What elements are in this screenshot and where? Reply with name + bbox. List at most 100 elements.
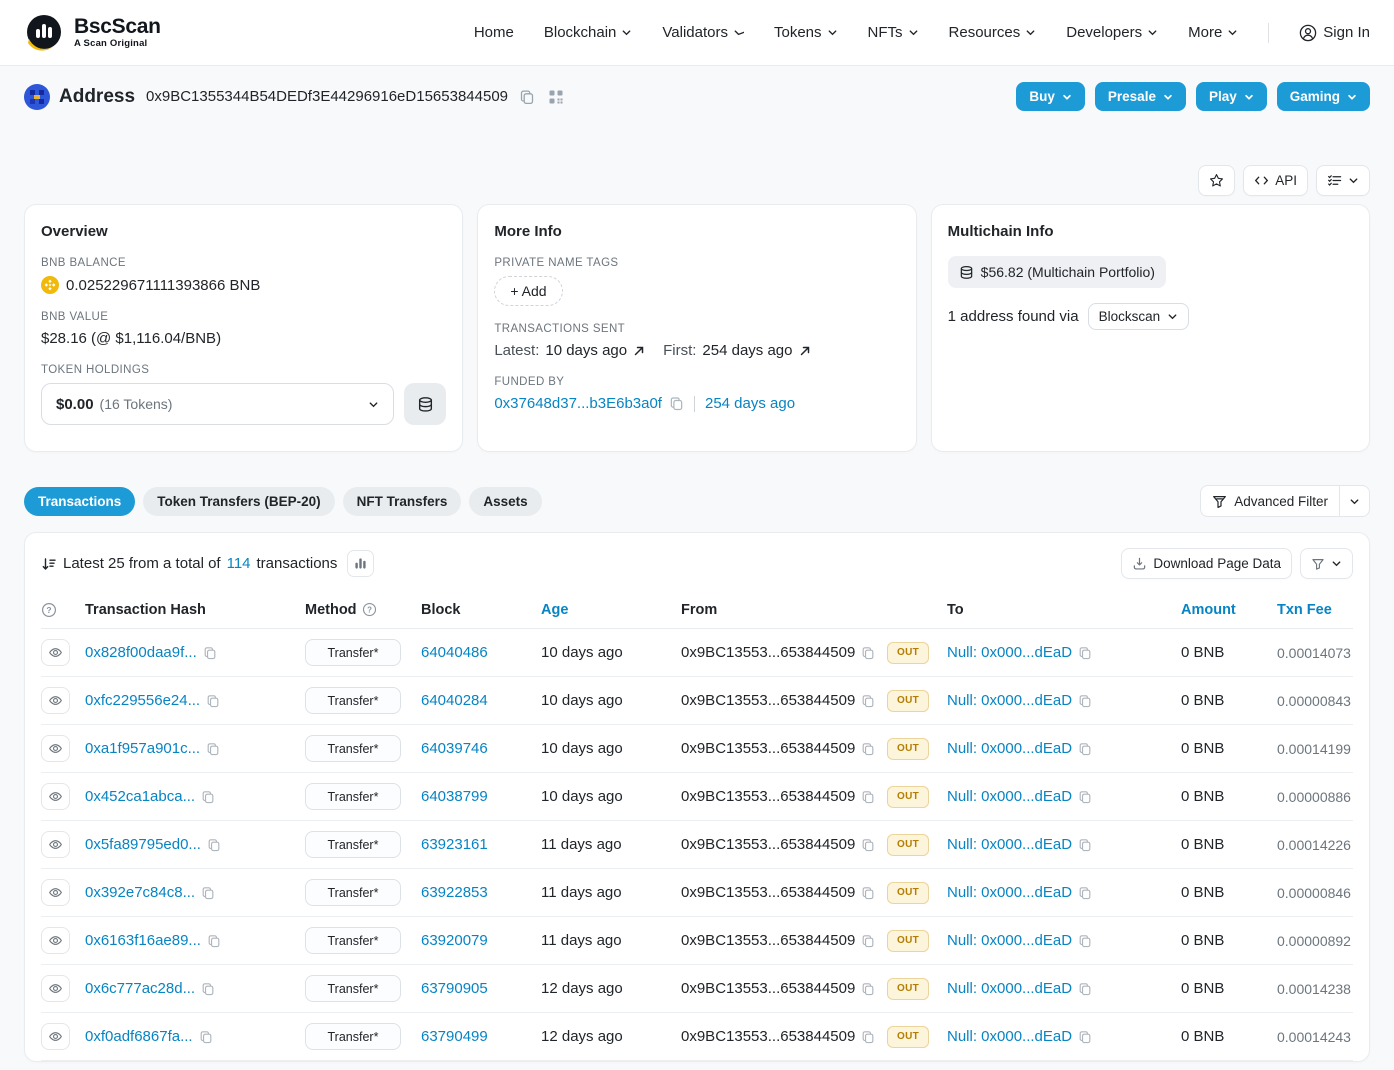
tab-nft-transfers[interactable]: NFT Transfers bbox=[343, 487, 462, 516]
buy-button[interactable]: Buy bbox=[1016, 82, 1085, 111]
nav-item-developers[interactable]: Developers bbox=[1066, 24, 1158, 41]
copy-hash-button[interactable] bbox=[199, 1030, 213, 1044]
block-link[interactable]: 63923161 bbox=[421, 836, 488, 853]
copy-hash-button[interactable] bbox=[206, 742, 220, 756]
copy-from-address-button[interactable] bbox=[861, 646, 875, 660]
copy-to-address-button[interactable] bbox=[1078, 934, 1092, 948]
analytics-button[interactable] bbox=[347, 550, 374, 577]
copy-from-address-button[interactable] bbox=[861, 982, 875, 996]
external-link-icon[interactable] bbox=[799, 345, 811, 357]
copy-from-address-button[interactable] bbox=[861, 1030, 875, 1044]
copy-hash-button[interactable] bbox=[201, 790, 215, 804]
wallet-button[interactable] bbox=[404, 383, 446, 425]
preview-transaction-button[interactable] bbox=[41, 879, 70, 906]
copy-hash-button[interactable] bbox=[203, 646, 217, 660]
copy-hash-button[interactable] bbox=[206, 694, 220, 708]
copy-to-address-button[interactable] bbox=[1078, 790, 1092, 804]
transaction-hash-link[interactable]: 0x6c777ac28d... bbox=[85, 980, 195, 997]
preview-transaction-button[interactable] bbox=[41, 831, 70, 858]
block-link[interactable]: 64039746 bbox=[421, 740, 488, 757]
transaction-hash-link[interactable]: 0xf0adf6867fa... bbox=[85, 1028, 193, 1045]
transaction-hash-link[interactable]: 0x5fa89795ed0... bbox=[85, 836, 201, 853]
copy-from-address-button[interactable] bbox=[861, 934, 875, 948]
add-name-tag-button[interactable]: + Add bbox=[494, 276, 562, 306]
tab-assets[interactable]: Assets bbox=[469, 487, 541, 516]
advanced-filter-main[interactable]: Advanced Filter bbox=[1201, 486, 1339, 516]
brand-logo[interactable]: BscScan A Scan Original bbox=[24, 12, 161, 54]
to-address-link[interactable]: Null: 0x000...dEaD bbox=[947, 836, 1072, 853]
copy-to-address-button[interactable] bbox=[1078, 886, 1092, 900]
copy-hash-button[interactable] bbox=[207, 934, 221, 948]
transaction-hash-link[interactable]: 0x392e7c84c8... bbox=[85, 884, 195, 901]
multichain-portfolio-button[interactable]: $56.82 (Multichain Portfolio) bbox=[948, 256, 1166, 288]
nav-item-nfts[interactable]: NFTs bbox=[868, 24, 919, 41]
copy-to-address-button[interactable] bbox=[1078, 742, 1092, 756]
copy-from-address-button[interactable] bbox=[861, 790, 875, 804]
to-address-link[interactable]: Null: 0x000...dEaD bbox=[947, 884, 1072, 901]
copy-hash-button[interactable] bbox=[207, 838, 221, 852]
block-link[interactable]: 64040284 bbox=[421, 692, 488, 709]
nav-item-more[interactable]: More bbox=[1188, 24, 1238, 41]
copy-to-address-button[interactable] bbox=[1078, 646, 1092, 660]
copy-funded-address-button[interactable] bbox=[669, 396, 684, 411]
copy-hash-button[interactable] bbox=[201, 982, 215, 996]
preview-transaction-button[interactable] bbox=[41, 639, 70, 666]
favorite-button[interactable] bbox=[1198, 165, 1235, 196]
qr-code-button[interactable] bbox=[546, 87, 566, 107]
transaction-hash-link[interactable]: 0xa1f957a901c... bbox=[85, 740, 200, 757]
nav-item-blockchain[interactable]: Blockchain bbox=[544, 24, 633, 41]
tab-transactions[interactable]: Transactions bbox=[24, 487, 135, 516]
block-link[interactable]: 63790905 bbox=[421, 980, 488, 997]
col-age-toggle[interactable]: Age bbox=[541, 602, 568, 618]
block-link[interactable]: 64038799 bbox=[421, 788, 488, 805]
nav-item-home[interactable]: Home bbox=[474, 24, 514, 41]
presale-button[interactable]: Presale bbox=[1095, 82, 1186, 111]
copy-from-address-button[interactable] bbox=[861, 838, 875, 852]
block-link[interactable]: 63790499 bbox=[421, 1028, 488, 1045]
download-page-data-button[interactable]: Download Page Data bbox=[1121, 548, 1292, 579]
table-filter-button[interactable] bbox=[1300, 548, 1353, 579]
preview-transaction-button[interactable] bbox=[41, 735, 70, 762]
transaction-hash-link[interactable]: 0x452ca1abca... bbox=[85, 788, 195, 805]
preview-transaction-button[interactable] bbox=[41, 687, 70, 714]
copy-to-address-button[interactable] bbox=[1078, 838, 1092, 852]
transaction-hash-link[interactable]: 0x6163f16ae89... bbox=[85, 932, 201, 949]
block-link[interactable]: 64040486 bbox=[421, 644, 488, 661]
copy-address-button[interactable] bbox=[517, 87, 537, 107]
transaction-hash-link[interactable]: 0x828f00daa9f... bbox=[85, 644, 197, 661]
external-link-icon[interactable] bbox=[633, 345, 645, 357]
transaction-hash-link[interactable]: 0xfc229556e24... bbox=[85, 692, 200, 709]
preview-transaction-button[interactable] bbox=[41, 783, 70, 810]
to-address-link[interactable]: Null: 0x000...dEaD bbox=[947, 644, 1072, 661]
to-address-link[interactable]: Null: 0x000...dEaD bbox=[947, 692, 1072, 709]
transactions-count-link[interactable]: 114 bbox=[227, 555, 251, 572]
copy-from-address-button[interactable] bbox=[861, 886, 875, 900]
block-link[interactable]: 63922853 bbox=[421, 884, 488, 901]
blockscan-dropdown[interactable]: Blockscan bbox=[1088, 303, 1190, 330]
nav-item-validators[interactable]: Validators bbox=[662, 24, 744, 41]
to-address-link[interactable]: Null: 0x000...dEaD bbox=[947, 740, 1072, 757]
funded-by-address-link[interactable]: 0x37648d37...b3E6b3a0f bbox=[494, 395, 662, 412]
col-amount-toggle[interactable]: Amount bbox=[1181, 602, 1236, 618]
col-fee-toggle[interactable]: Txn Fee bbox=[1277, 602, 1332, 618]
copy-from-address-button[interactable] bbox=[861, 694, 875, 708]
copy-to-address-button[interactable] bbox=[1078, 694, 1092, 708]
advanced-filter-caret[interactable] bbox=[1339, 486, 1369, 516]
to-address-link[interactable]: Null: 0x000...dEaD bbox=[947, 932, 1072, 949]
api-button[interactable]: API bbox=[1243, 165, 1308, 196]
nav-item-resources[interactable]: Resources bbox=[949, 24, 1037, 41]
token-holdings-select[interactable]: $0.00(16 Tokens) bbox=[41, 383, 394, 425]
to-address-link[interactable]: Null: 0x000...dEaD bbox=[947, 1028, 1072, 1045]
preview-transaction-button[interactable] bbox=[41, 975, 70, 1002]
copy-from-address-button[interactable] bbox=[861, 742, 875, 756]
nav-item-tokens[interactable]: Tokens bbox=[774, 24, 838, 41]
play-button[interactable]: Play bbox=[1196, 82, 1267, 111]
tab-token-transfers[interactable]: Token Transfers (BEP-20) bbox=[143, 487, 334, 516]
copy-to-address-button[interactable] bbox=[1078, 1030, 1092, 1044]
sign-in-button[interactable]: Sign In bbox=[1299, 24, 1370, 42]
to-address-link[interactable]: Null: 0x000...dEaD bbox=[947, 788, 1072, 805]
block-link[interactable]: 63920079 bbox=[421, 932, 488, 949]
to-address-link[interactable]: Null: 0x000...dEaD bbox=[947, 980, 1072, 997]
preview-transaction-button[interactable] bbox=[41, 927, 70, 954]
copy-hash-button[interactable] bbox=[201, 886, 215, 900]
